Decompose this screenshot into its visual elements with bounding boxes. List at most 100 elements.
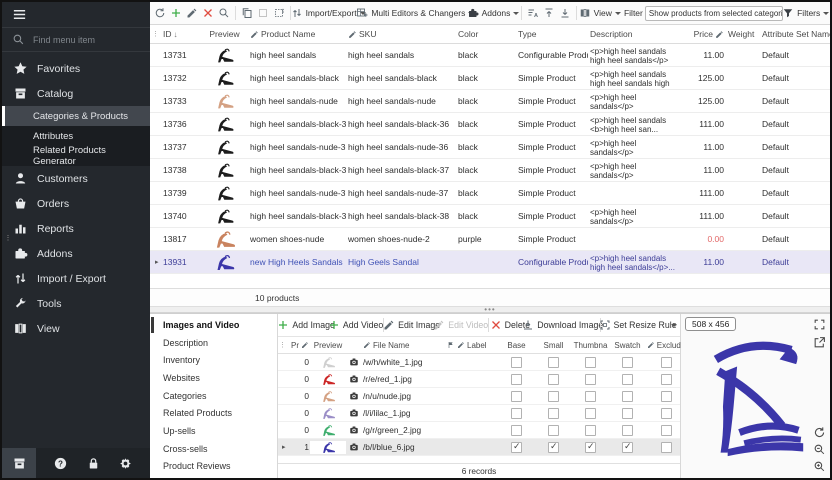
image-row[interactable]: 0 /l/i/lilac_1.jpg (278, 405, 680, 422)
column-header-file-name[interactable]: File Name (362, 341, 446, 350)
set-resize-rule-button[interactable]: Set Resize Rule (604, 317, 671, 334)
column-header-base[interactable]: Base (498, 341, 535, 350)
move-up-button[interactable] (541, 5, 557, 22)
small-checkbox[interactable] (548, 442, 559, 453)
thumbnail-checkbox[interactable] (585, 374, 596, 385)
sidebar-item-attributes[interactable]: Attributes (2, 126, 150, 146)
image-row[interactable]: 0 /w/h/white_1.jpg (278, 354, 680, 371)
open-external-icon[interactable] (813, 336, 826, 349)
exclude-checkbox[interactable] (661, 442, 672, 453)
delete-product-button[interactable] (200, 5, 216, 22)
addons-menu[interactable]: Addons (468, 5, 518, 22)
image-row[interactable]: 0 /g/r/green_2.jpg (278, 422, 680, 439)
select-button[interactable] (255, 5, 271, 22)
thumbnail-checkbox[interactable] (585, 408, 596, 419)
exclude-checkbox[interactable] (661, 357, 672, 368)
small-checkbox[interactable] (548, 374, 559, 385)
column-header-color[interactable]: Color (456, 29, 516, 39)
swatch-checkbox[interactable] (622, 408, 633, 419)
edit-product-button[interactable] (184, 5, 200, 22)
sidebar-item-view[interactable]: View (2, 316, 150, 341)
product-row[interactable]: 13736 high heel sandals-black-36 high he… (150, 113, 830, 136)
tab-up-sells[interactable]: Up-sells (150, 422, 277, 440)
filters-menu[interactable]: Filters (783, 5, 828, 22)
sidebar-item-orders[interactable]: Orders (2, 191, 150, 216)
column-header-thumbnail[interactable]: Thumbna (572, 341, 609, 350)
sidebar-item-catalog[interactable]: Catalog (2, 81, 150, 106)
sidebar-item-categories-products[interactable]: Categories & Products (2, 106, 150, 126)
small-checkbox[interactable] (548, 408, 559, 419)
thumbnail-checkbox[interactable] (585, 442, 596, 453)
tab-images-and-video[interactable]: Images and Video (150, 316, 277, 334)
preview-button[interactable] (216, 5, 232, 22)
base-checkbox[interactable] (511, 408, 522, 419)
base-checkbox[interactable] (511, 357, 522, 368)
product-row[interactable]: 13732 high heel sandals-black high heel … (150, 67, 830, 90)
column-header-product-name[interactable]: Product Name (248, 29, 346, 39)
thumbnail-checkbox[interactable] (585, 425, 596, 436)
copy-button[interactable] (239, 5, 255, 22)
product-row-selected[interactable]: ▸ 13931 new High Heels Sandals High Geel… (150, 251, 830, 274)
tab-cross-sells[interactable]: Cross-sells (150, 440, 277, 458)
zoom-in-icon[interactable] (813, 460, 826, 473)
move-down-button[interactable] (557, 5, 573, 22)
help-icon[interactable] (53, 456, 68, 471)
small-checkbox[interactable] (548, 425, 559, 436)
edit-image-button[interactable]: Edit Image (387, 317, 437, 334)
edit-video-button[interactable]: Edit Video (437, 317, 485, 334)
column-header-swatch[interactable]: Swatch (609, 341, 646, 350)
download-image-button[interactable]: Download Image (528, 317, 597, 334)
swatch-checkbox[interactable] (622, 391, 633, 402)
sidebar-item-reports[interactable]: Reports (2, 216, 150, 241)
panel-splitter-handle[interactable]: ⋮⋮ (2, 230, 7, 248)
column-header-id[interactable]: ID↓ (161, 29, 201, 39)
rotate-icon[interactable] (813, 426, 826, 439)
menu-search-input[interactable] (31, 34, 131, 46)
zoom-out-icon[interactable] (813, 443, 826, 456)
column-header-flag[interactable] (446, 341, 456, 349)
column-header-description[interactable]: Description (588, 29, 683, 39)
sidebar-item-favorites[interactable]: Favorites (2, 56, 150, 81)
column-header-type[interactable]: Type (516, 29, 588, 39)
tab-description[interactable]: Description (150, 334, 277, 352)
column-header-weight[interactable]: Weight (726, 29, 756, 39)
column-header-label[interactable]: Label (456, 341, 498, 350)
column-header-exclude[interactable]: Exclude (646, 341, 686, 350)
thumbnail-checkbox[interactable] (585, 391, 596, 402)
product-row[interactable]: 13738 high heel sandals-black-37 high he… (150, 159, 830, 182)
gear-icon[interactable] (118, 456, 133, 471)
sidebar-item-import-export[interactable]: Import / Export (2, 266, 150, 291)
column-header-attribute-set[interactable]: Attribute Set Name (756, 29, 830, 39)
tab-related-products[interactable]: Related Products (150, 404, 277, 422)
multi-editors-menu[interactable]: Multi Editors & Changers (362, 5, 468, 22)
image-row-selected[interactable]: ▸ 1 /b/l/blue_6.jpg (278, 439, 680, 456)
sidebar-item-customers[interactable]: Customers (2, 166, 150, 191)
paste-special-button[interactable] (271, 5, 287, 22)
product-row[interactable]: 13733 high heel sandals-nude high heel s… (150, 90, 830, 113)
swatch-checkbox[interactable] (622, 357, 633, 368)
product-row[interactable]: 13817 women shoes-nude women shoes-nude-… (150, 228, 830, 251)
view-menu[interactable]: View (580, 5, 620, 22)
add-image-button[interactable]: Add Image (281, 317, 331, 334)
swatch-checkbox[interactable] (622, 425, 633, 436)
column-header-preview[interactable]: Preview (310, 341, 346, 350)
base-checkbox[interactable] (511, 442, 522, 453)
small-checkbox[interactable] (548, 357, 559, 368)
column-header-price[interactable]: Price (683, 29, 726, 39)
column-header-preview[interactable]: Preview (201, 29, 248, 39)
sidebar-item-related-products-generator[interactable]: Related Products Generator (2, 146, 150, 166)
base-checkbox[interactable] (511, 425, 522, 436)
lock-icon[interactable] (86, 456, 101, 471)
fullscreen-icon[interactable] (813, 318, 826, 331)
horizontal-splitter[interactable]: ••• (150, 306, 830, 313)
product-row[interactable]: 13731 high heel sandals high heel sandal… (150, 44, 830, 67)
import-export-menu[interactable]: Import/Export (294, 5, 363, 22)
thumbnail-checkbox[interactable] (585, 357, 596, 368)
exclude-checkbox[interactable] (661, 408, 672, 419)
small-checkbox[interactable] (548, 391, 559, 402)
column-header-position[interactable]: Pr (288, 341, 310, 350)
tab-product-reviews[interactable]: Product Reviews (150, 458, 277, 476)
category-filter-select[interactable]: Show products from selected categories (645, 6, 783, 21)
swatch-checkbox[interactable] (622, 374, 633, 385)
product-row[interactable]: 13737 high heel sandals-nude-36 high hee… (150, 136, 830, 159)
